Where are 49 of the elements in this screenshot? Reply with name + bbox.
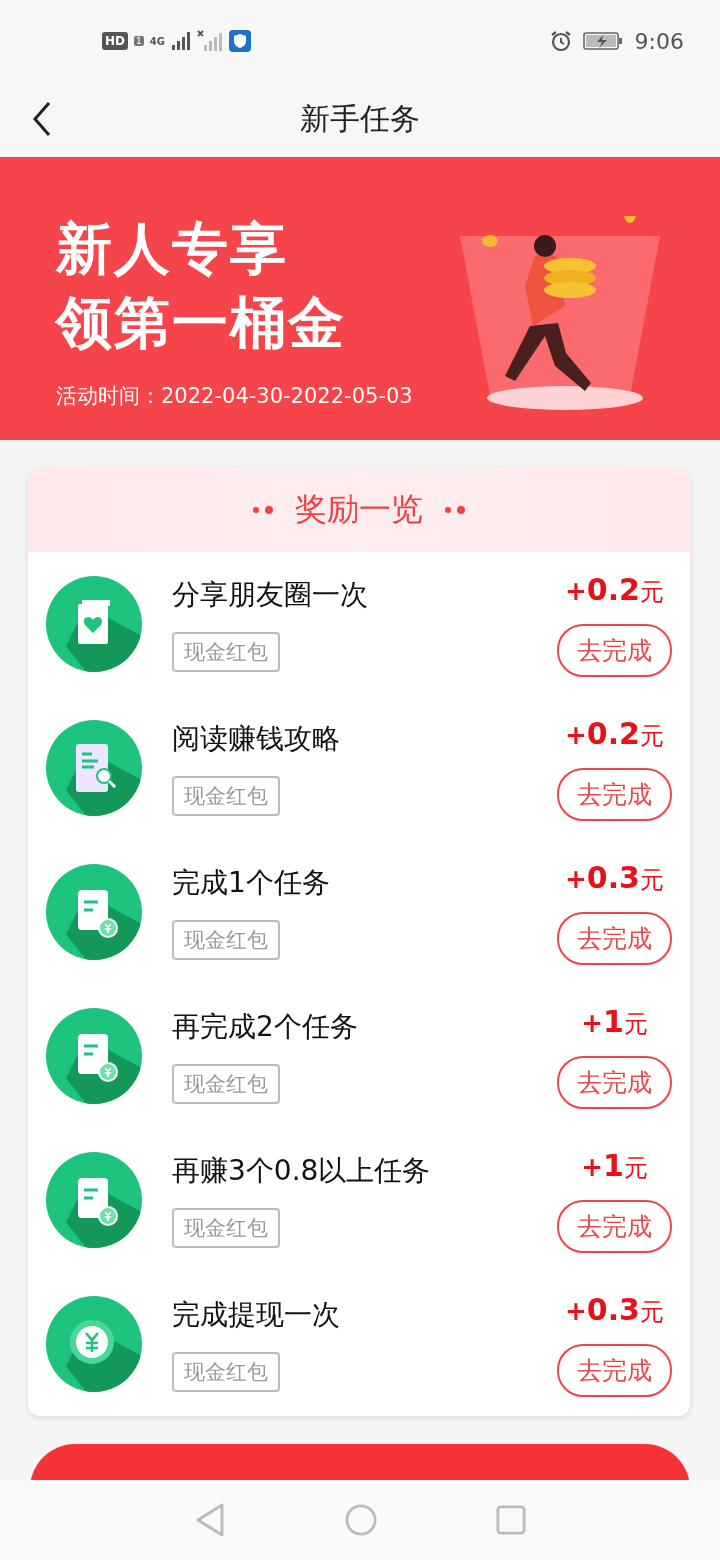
heart-card-icon — [46, 576, 142, 672]
no-signal-icon — [196, 30, 223, 52]
complete-button[interactable]: 去完成 — [557, 1343, 672, 1397]
hd-indicator: HD — [102, 32, 128, 50]
task-title: 再完成2个任务 — [172, 1009, 358, 1045]
decorative-dots — [253, 506, 273, 514]
event-period: 活动时间：2022-04-30-2022-05-03 — [56, 383, 413, 410]
home-nav-icon[interactable] — [344, 1503, 378, 1537]
banner-headline: 领第一桶金 — [56, 289, 347, 357]
back-icon[interactable] — [32, 101, 52, 137]
page-title: 新手任务 — [300, 100, 420, 138]
complete-button[interactable]: 去完成 — [557, 911, 672, 965]
network-label: 4G — [149, 35, 165, 47]
banner-headline: 新人专享 — [56, 215, 289, 283]
battery-charging-icon — [582, 31, 623, 51]
task-title: 分享朋友圈一次 — [172, 577, 368, 613]
task-title: 完成1个任务 — [172, 865, 330, 901]
task-title: 再赚3个0.8以上任务 — [172, 1153, 431, 1189]
task-title: 完成提现一次 — [172, 1297, 340, 1333]
reward-tag: 现金红包 — [172, 920, 280, 960]
reward-amount: +0.2元 — [565, 571, 664, 608]
shield-icon — [228, 30, 251, 52]
clock-time: 9:06 — [634, 28, 684, 54]
yen-coin-icon — [46, 1296, 142, 1392]
reward-tag: 现金红包 — [172, 632, 280, 672]
phone-search-icon — [46, 720, 142, 816]
document-yen-icon — [46, 864, 142, 960]
reward-amount: +0.2元 — [565, 715, 664, 752]
complete-button[interactable]: 去完成 — [557, 767, 672, 821]
reward-tag: 现金红包 — [172, 1352, 280, 1392]
back-nav-icon[interactable] — [194, 1502, 226, 1538]
reward-tag: 现金红包 — [172, 1064, 280, 1104]
document-yen-icon — [46, 1152, 142, 1248]
decorative-dots — [445, 506, 465, 514]
section-title: 奖励一览 — [295, 489, 423, 530]
complete-button[interactable]: 去完成 — [557, 623, 672, 677]
document-yen-icon — [46, 1008, 142, 1104]
sim-indicator: 1 — [134, 36, 144, 46]
complete-button[interactable]: 去完成 — [557, 1199, 672, 1253]
recents-nav-icon[interactable] — [496, 1505, 526, 1535]
complete-button[interactable]: 去完成 — [557, 1055, 672, 1109]
reward-amount: +1元 — [581, 1147, 648, 1184]
reward-amount: +0.3元 — [565, 859, 664, 896]
reward-tag: 现金红包 — [172, 1208, 280, 1248]
task-title: 阅读赚钱攻略 — [172, 721, 340, 757]
reward-tag: 现金红包 — [172, 776, 280, 816]
reward-amount: +0.3元 — [565, 1291, 664, 1328]
signal-icon — [170, 31, 191, 51]
reward-amount: +1元 — [581, 1003, 648, 1040]
